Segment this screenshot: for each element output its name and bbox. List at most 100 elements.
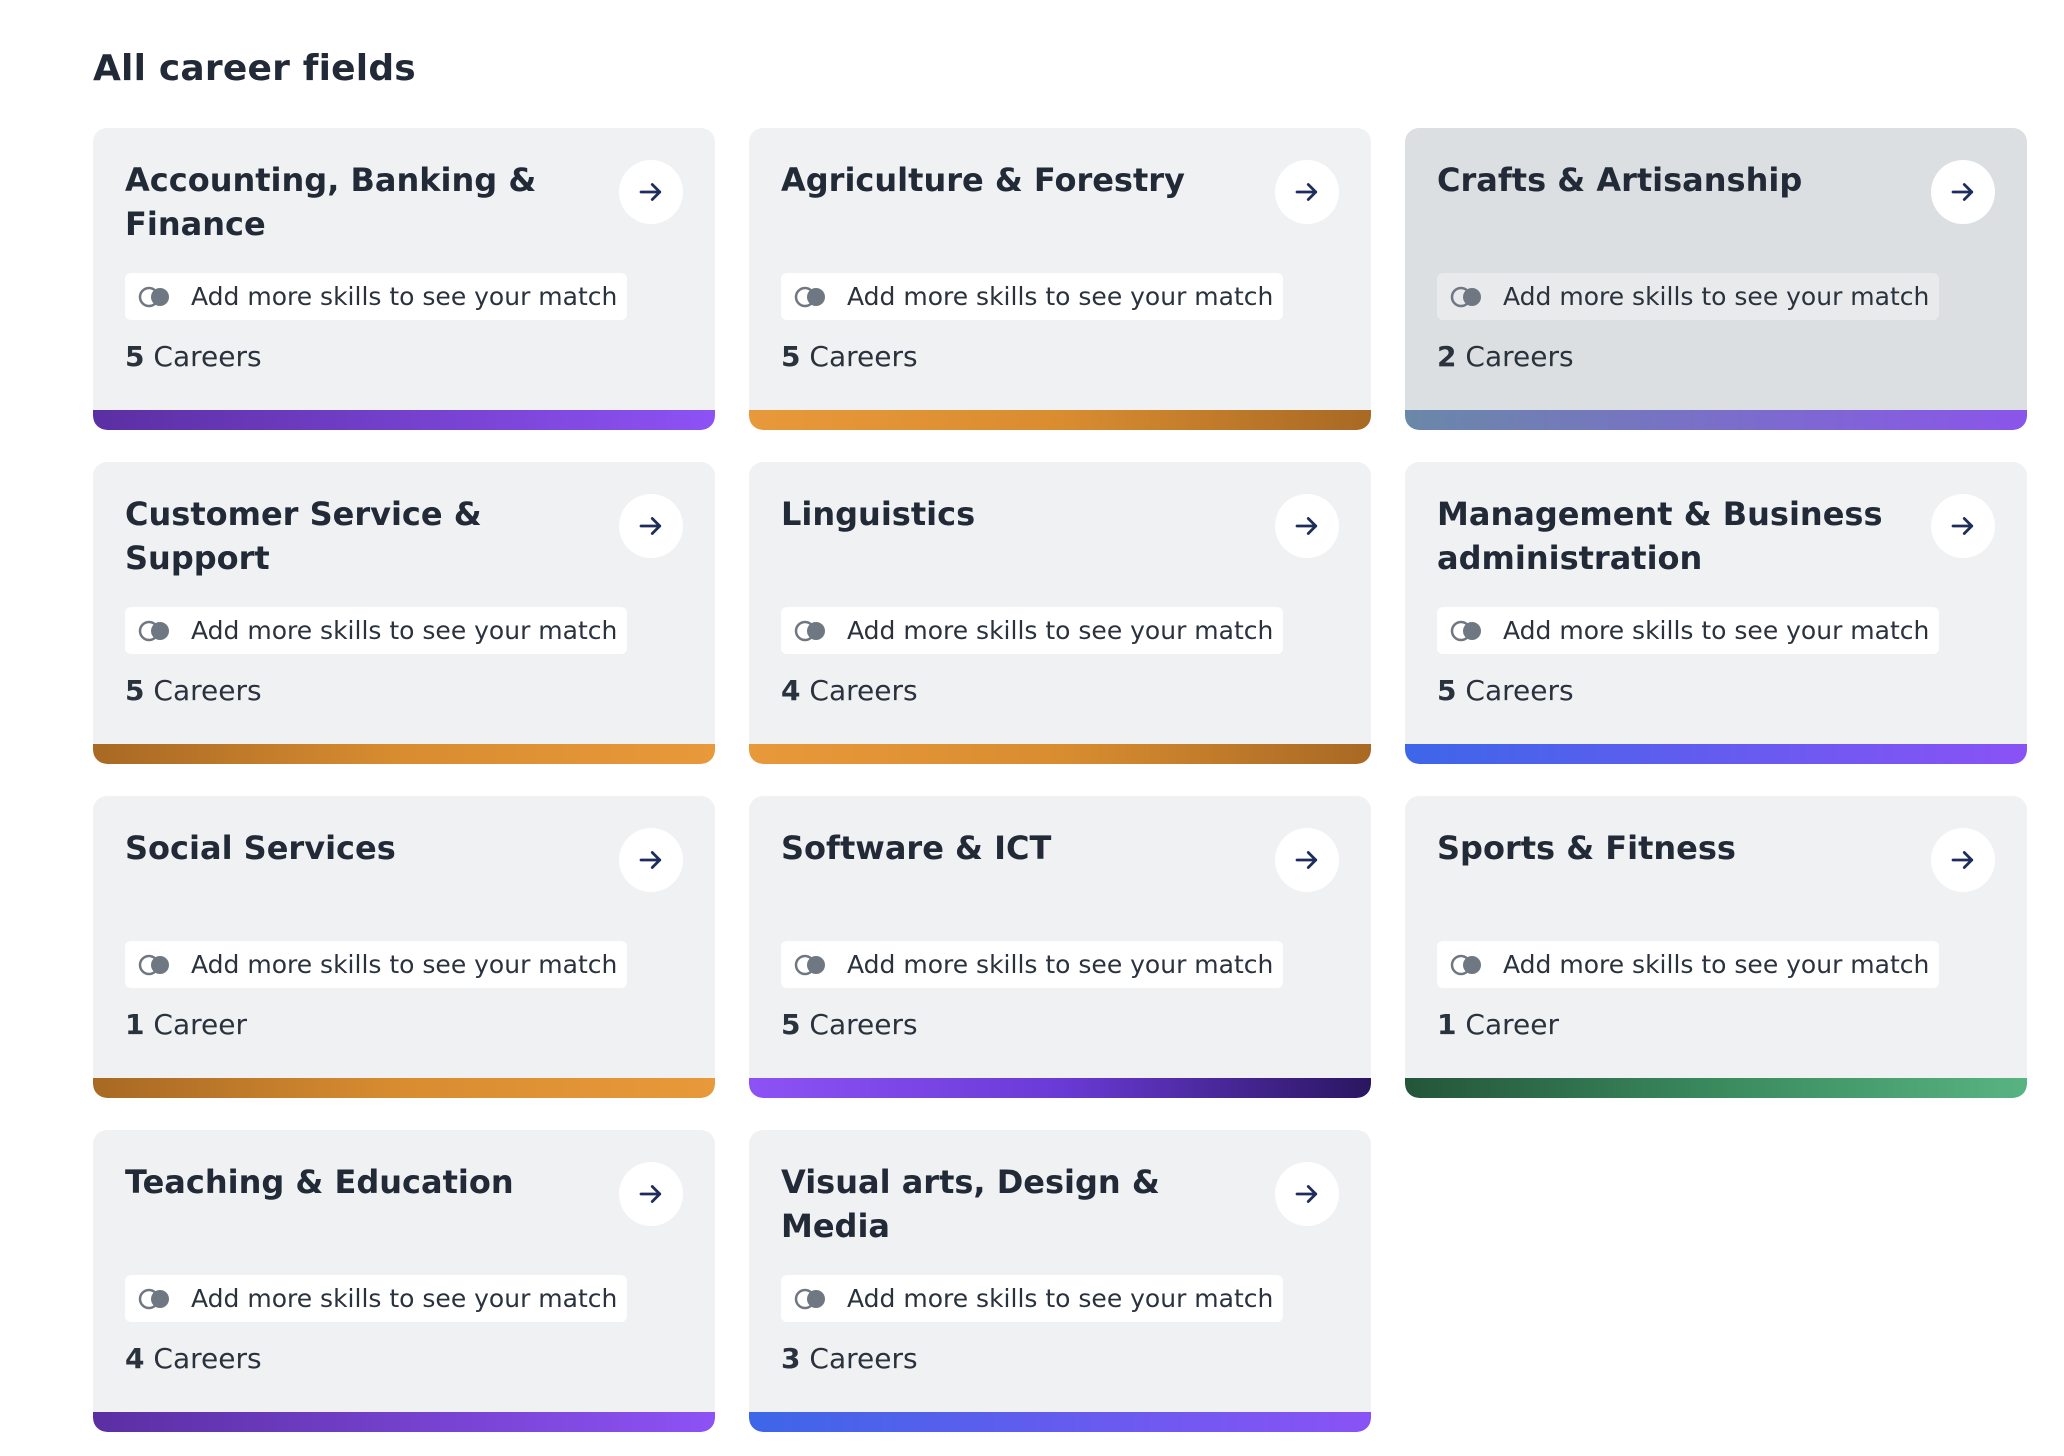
career-field-title: Visual arts, Design & Media [781, 1163, 1160, 1245]
career-field-title: Teaching & Education [125, 1163, 514, 1201]
career-count-unit: Career [153, 1008, 247, 1041]
match-hint-badge: Add more skills to see your match [125, 1275, 628, 1322]
career-field-card[interactable]: Accounting, Banking & Finance Add more s… [93, 128, 715, 430]
career-count-number: 5 [125, 340, 145, 373]
overlapping-circles-icon [138, 1288, 169, 1309]
match-hint-text: Add more skills to see your match [1503, 282, 1930, 311]
match-hint-badge: Add more skills to see your match [125, 273, 628, 320]
overlapping-circles-icon [138, 620, 169, 641]
career-count-number: 1 [125, 1008, 145, 1041]
field-color-bar [749, 744, 1371, 764]
match-hint-text: Add more skills to see your match [1503, 950, 1930, 979]
career-field-title: Accounting, Banking & Finance [125, 161, 537, 243]
career-field-card[interactable]: Sports & Fitness Add more skills to see … [1405, 796, 2027, 1098]
overlapping-circles-icon [794, 620, 825, 641]
arrow-right-icon [639, 1185, 662, 1203]
career-field-title: Crafts & Artisanship [1437, 161, 1803, 199]
match-hint-text: Add more skills to see your match [191, 950, 618, 979]
match-hint-badge: Add more skills to see your match [781, 941, 1284, 988]
career-count: 2 Careers [1437, 340, 1574, 373]
career-count: 4 Careers [781, 674, 918, 707]
career-field-grid: Accounting, Banking & Finance Add more s… [93, 128, 2027, 1432]
career-count-unit: Careers [809, 340, 918, 373]
career-count: 5 Careers [125, 674, 262, 707]
career-count-unit: Careers [1465, 674, 1574, 707]
arrow-right-icon [639, 851, 662, 869]
career-field-card[interactable]: Management & Business administration Add… [1405, 462, 2027, 764]
open-field-button[interactable] [1275, 1162, 1339, 1226]
match-hint-text: Add more skills to see your match [191, 616, 618, 645]
career-count: 5 Careers [1437, 674, 1574, 707]
open-field-button[interactable] [619, 494, 683, 558]
career-count-number: 2 [1437, 340, 1457, 373]
field-color-bar [93, 410, 715, 430]
arrow-right-icon [1295, 851, 1318, 869]
match-hint-text: Add more skills to see your match [847, 616, 1274, 645]
open-field-button[interactable] [1275, 828, 1339, 892]
career-field-card[interactable]: Visual arts, Design & Media Add more ski… [749, 1130, 1371, 1432]
overlapping-circles-icon [794, 286, 825, 307]
career-count: 3 Careers [781, 1342, 918, 1375]
career-field-card[interactable]: Linguistics Add more skills to see your … [749, 462, 1371, 764]
career-count-unit: Careers [1465, 340, 1574, 373]
field-color-bar [1405, 1078, 2027, 1098]
overlapping-circles-icon [794, 1288, 825, 1309]
match-hint-badge: Add more skills to see your match [125, 941, 628, 988]
career-count: 5 Careers [781, 1008, 918, 1041]
match-hint-text: Add more skills to see your match [191, 1284, 618, 1313]
career-count-number: 5 [125, 674, 145, 707]
overlapping-circles-icon [138, 286, 169, 307]
career-field-title: Management & Business administration [1437, 495, 1883, 577]
career-field-card[interactable]: Software & ICT Add more skills to see yo… [749, 796, 1371, 1098]
career-count: 5 Careers [125, 340, 262, 373]
career-count-number: 5 [1437, 674, 1457, 707]
match-hint-badge: Add more skills to see your match [1437, 273, 1940, 320]
match-hint-badge: Add more skills to see your match [781, 607, 1284, 654]
career-field-card[interactable]: Agriculture & Forestry Add more skills t… [749, 128, 1371, 430]
overlapping-circles-icon [1450, 620, 1481, 641]
match-hint-badge: Add more skills to see your match [1437, 941, 1940, 988]
field-color-bar [749, 1078, 1371, 1098]
arrow-right-icon [639, 517, 662, 535]
match-hint-text: Add more skills to see your match [1503, 616, 1930, 645]
match-hint-badge: Add more skills to see your match [125, 607, 628, 654]
open-field-button[interactable] [1931, 494, 1995, 558]
career-field-card[interactable]: Social Services Add more skills to see y… [93, 796, 715, 1098]
career-count-unit: Careers [809, 674, 918, 707]
career-field-title: Software & ICT [781, 829, 1052, 867]
open-field-button[interactable] [1931, 828, 1995, 892]
career-count-number: 4 [781, 674, 801, 707]
open-field-button[interactable] [619, 1162, 683, 1226]
arrow-right-icon [1951, 517, 1974, 535]
open-field-button[interactable] [619, 828, 683, 892]
career-count-number: 1 [1437, 1008, 1457, 1041]
overlapping-circles-icon [138, 954, 169, 975]
field-color-bar [749, 410, 1371, 430]
career-count: 1 Career [1437, 1008, 1559, 1041]
match-hint-text: Add more skills to see your match [847, 1284, 1274, 1313]
arrow-right-icon [1295, 517, 1318, 535]
arrow-right-icon [639, 183, 662, 201]
open-field-button[interactable] [1275, 494, 1339, 558]
career-field-title: Social Services [125, 829, 396, 867]
career-field-title: Linguistics [781, 495, 976, 533]
field-color-bar [93, 1412, 715, 1432]
career-count: 5 Careers [781, 340, 918, 373]
arrow-right-icon [1951, 183, 1974, 201]
arrow-right-icon [1951, 851, 1974, 869]
match-hint-badge: Add more skills to see your match [781, 1275, 1284, 1322]
career-field-card[interactable]: Customer Service & Support Add more skil… [93, 462, 715, 764]
career-field-card[interactable]: Crafts & Artisanship Add more skills to … [1405, 128, 2027, 430]
career-count-unit: Careers [153, 340, 262, 373]
career-field-card[interactable]: Teaching & Education Add more skills to … [93, 1130, 715, 1432]
match-hint-text: Add more skills to see your match [191, 282, 618, 311]
career-count-number: 3 [781, 1342, 801, 1375]
career-field-title: Sports & Fitness [1437, 829, 1736, 867]
career-count-unit: Careers [153, 1342, 262, 1375]
field-color-bar [1405, 410, 2027, 430]
open-field-button[interactable] [1275, 160, 1339, 224]
career-field-title: Customer Service & Support [125, 495, 482, 577]
open-field-button[interactable] [619, 160, 683, 224]
open-field-button[interactable] [1931, 160, 1995, 224]
career-field-title: Agriculture & Forestry [781, 161, 1185, 199]
